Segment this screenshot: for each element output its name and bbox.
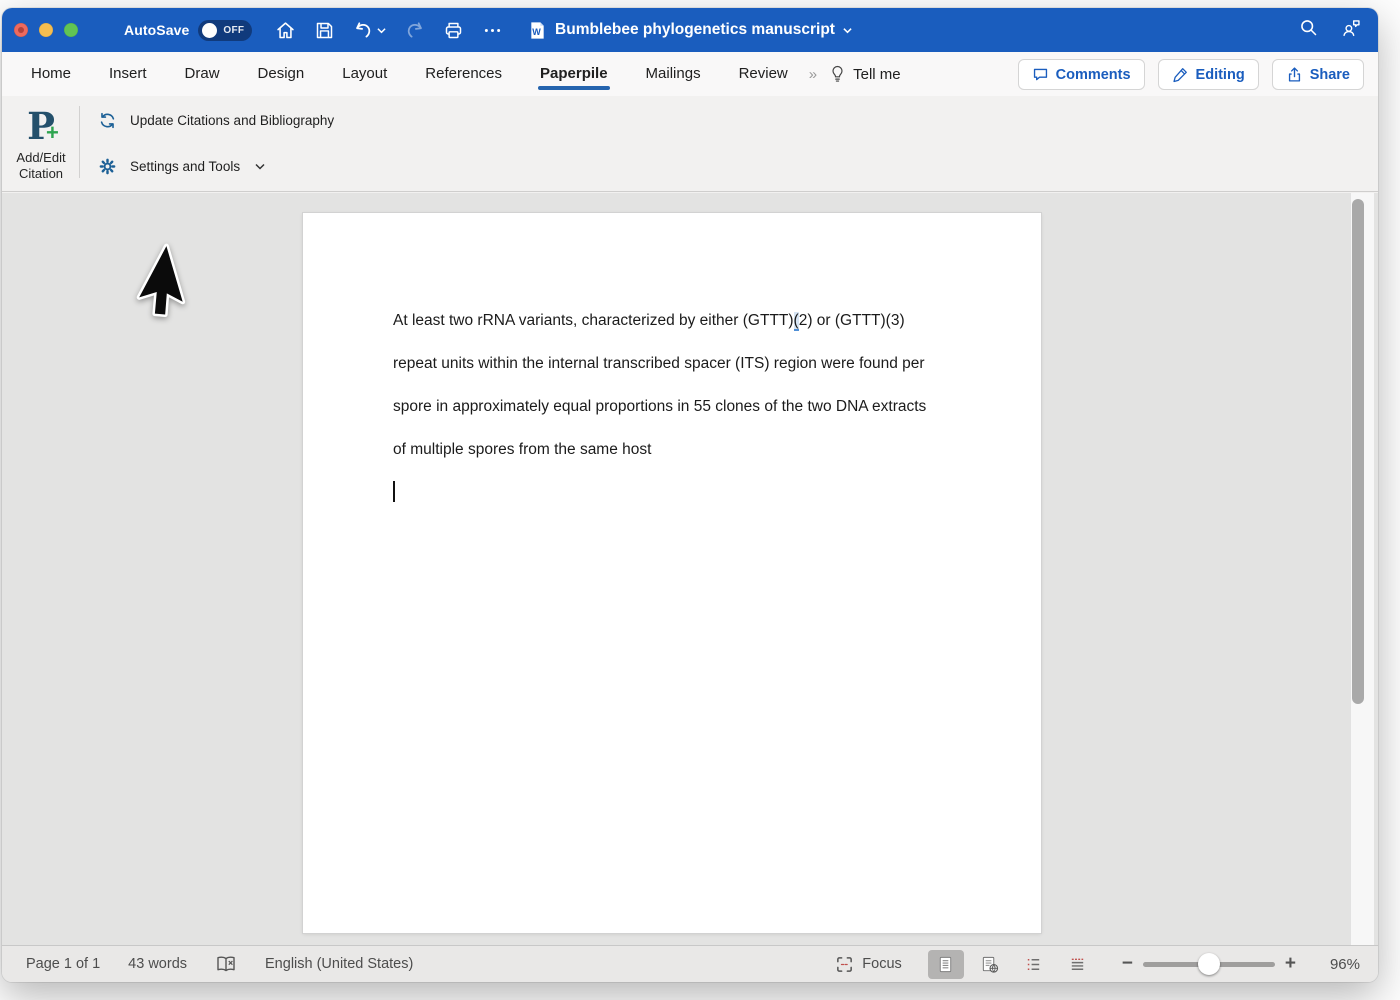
tab-references[interactable]: References bbox=[425, 55, 502, 94]
update-citations-label: Update Citations and Bibliography bbox=[130, 113, 334, 128]
add-edit-citation-label-1: Add/Edit bbox=[10, 150, 72, 166]
tab-insert[interactable]: Insert bbox=[109, 55, 147, 94]
document-area: At least two rRNA variants, characterize… bbox=[2, 193, 1378, 953]
web-layout-icon bbox=[980, 955, 999, 974]
focus-label: Focus bbox=[862, 956, 902, 972]
focus-button[interactable]: Focus bbox=[835, 955, 902, 974]
tab-paperpile[interactable]: Paperpile bbox=[540, 55, 608, 94]
titlebar: AutoSave OFF bbox=[2, 8, 1378, 52]
doc-line-4: of multiple spores from the same host bbox=[393, 428, 971, 471]
draft-view-icon bbox=[1068, 955, 1087, 974]
undo-control[interactable] bbox=[352, 19, 386, 41]
language-status[interactable]: English (United States) bbox=[265, 956, 413, 972]
pencil-icon bbox=[1172, 66, 1189, 83]
gear-icon bbox=[98, 157, 117, 176]
autosave-label: AutoSave bbox=[124, 22, 189, 38]
tab-home[interactable]: Home bbox=[31, 55, 71, 94]
zoom-slider-thumb[interactable] bbox=[1198, 953, 1220, 975]
print-icon[interactable] bbox=[442, 19, 464, 41]
outline-view-button[interactable] bbox=[1016, 950, 1052, 979]
settings-tools-button[interactable]: Settings and Tools bbox=[98, 144, 334, 188]
share-icon bbox=[1286, 66, 1303, 83]
comments-button[interactable]: Comments bbox=[1018, 59, 1145, 90]
home-icon[interactable] bbox=[274, 19, 296, 41]
word-window: AutoSave OFF bbox=[2, 8, 1378, 982]
ribbon-tab-row: Home Insert Draw Design Layout Reference… bbox=[2, 52, 1378, 96]
tab-design[interactable]: Design bbox=[258, 55, 305, 94]
refresh-icon bbox=[98, 111, 117, 130]
close-button[interactable] bbox=[14, 23, 28, 37]
print-layout-view-button[interactable] bbox=[928, 950, 964, 979]
title-dropdown-icon[interactable] bbox=[843, 27, 852, 34]
tab-review[interactable]: Review bbox=[739, 55, 788, 94]
text-cursor bbox=[393, 481, 395, 502]
autosave-state: OFF bbox=[223, 25, 244, 36]
toggle-knob bbox=[202, 23, 217, 38]
lightbulb-icon bbox=[829, 64, 846, 84]
proofing-status-icon[interactable] bbox=[215, 955, 237, 974]
tab-mailings[interactable]: Mailings bbox=[646, 55, 701, 94]
mouse-cursor bbox=[130, 240, 192, 328]
scrollbar-thumb[interactable] bbox=[1352, 199, 1364, 704]
tab-draw[interactable]: Draw bbox=[185, 55, 220, 94]
paperpile-ribbon: P+ Add/Edit Citation Update Citations an… bbox=[2, 96, 1378, 192]
redo-icon bbox=[403, 19, 425, 41]
draft-view-button[interactable] bbox=[1060, 950, 1096, 979]
add-edit-citation-button[interactable]: P+ Add/Edit Citation bbox=[10, 102, 72, 181]
traffic-lights bbox=[14, 23, 78, 37]
comments-label: Comments bbox=[1056, 67, 1131, 83]
fullscreen-button[interactable] bbox=[64, 23, 78, 37]
settings-tools-label: Settings and Tools bbox=[130, 159, 240, 174]
minimize-button[interactable] bbox=[39, 23, 53, 37]
tab-layout[interactable]: Layout bbox=[342, 55, 387, 94]
svg-text:W: W bbox=[532, 26, 541, 36]
document-title[interactable]: Bumblebee phylogenetics manuscript bbox=[555, 21, 835, 39]
tell-me-control[interactable]: Tell me bbox=[829, 64, 901, 84]
more-tabs-icon[interactable]: » bbox=[809, 66, 815, 83]
ribbon-group-divider bbox=[79, 106, 80, 178]
chevron-down-icon bbox=[255, 163, 265, 170]
share-label: Share bbox=[1310, 67, 1350, 83]
comment-icon bbox=[1032, 66, 1049, 83]
editing-button[interactable]: Editing bbox=[1158, 59, 1259, 90]
paperpile-logo-icon: P+ bbox=[10, 102, 72, 150]
zoom-control: − + bbox=[1116, 953, 1302, 975]
print-layout-icon bbox=[936, 955, 955, 974]
zoom-in-button[interactable]: + bbox=[1279, 953, 1302, 975]
word-count[interactable]: 43 words bbox=[128, 956, 187, 972]
zoom-slider[interactable] bbox=[1143, 953, 1275, 975]
scrollbar-track[interactable] bbox=[1350, 193, 1374, 953]
undo-dropdown-icon[interactable] bbox=[377, 27, 386, 34]
outline-view-icon bbox=[1024, 955, 1043, 974]
undo-icon[interactable] bbox=[352, 19, 374, 41]
zoom-out-button[interactable]: − bbox=[1116, 953, 1139, 975]
page-count[interactable]: Page 1 of 1 bbox=[26, 956, 100, 972]
focus-icon bbox=[835, 955, 854, 974]
update-citations-button[interactable]: Update Citations and Bibliography bbox=[98, 98, 334, 142]
tell-me-label: Tell me bbox=[853, 66, 901, 83]
save-icon[interactable] bbox=[313, 19, 335, 41]
add-edit-citation-label-2: Citation bbox=[10, 166, 72, 182]
contacts-icon[interactable] bbox=[1341, 17, 1362, 43]
doc-line-2: repeat units within the internal transcr… bbox=[393, 342, 971, 385]
document-page[interactable]: At least two rRNA variants, characterize… bbox=[303, 213, 1041, 933]
editing-label: Editing bbox=[1196, 67, 1245, 83]
doc-line-3: spore in approximately equal proportions… bbox=[393, 385, 971, 428]
autosave-toggle[interactable]: OFF bbox=[198, 20, 252, 41]
doc-line-5 bbox=[393, 471, 971, 514]
web-layout-view-button[interactable] bbox=[972, 950, 1008, 979]
statusbar: Page 1 of 1 43 words English (United Sta… bbox=[2, 945, 1378, 982]
zoom-percentage[interactable]: 96% bbox=[1318, 956, 1360, 973]
search-icon[interactable] bbox=[1298, 17, 1319, 43]
doc-line-1: At least two rRNA variants, characterize… bbox=[393, 299, 971, 342]
share-button[interactable]: Share bbox=[1272, 59, 1364, 90]
word-doc-icon: W bbox=[528, 21, 547, 40]
more-commands-icon[interactable] bbox=[481, 19, 503, 41]
